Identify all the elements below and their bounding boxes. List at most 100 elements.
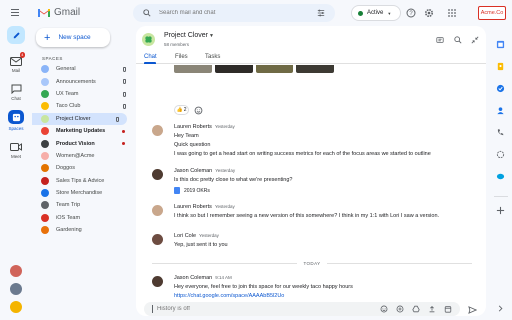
doc-attachment-title: 2019 OKRs	[184, 187, 210, 194]
avatar[interactable]	[152, 205, 163, 216]
message-header: Lauren Roberts Yesterday	[174, 204, 235, 210]
account-badge[interactable]: Acme.Co	[478, 6, 506, 20]
sidebar-space-label: UX Team	[56, 90, 79, 97]
doc-attachment[interactable]: 2019 OKRs	[174, 187, 210, 194]
dm-avatar-1[interactable]	[10, 265, 22, 277]
send-icon[interactable]	[468, 306, 477, 314]
image-attachments	[174, 65, 334, 73]
salesforce-app-icon[interactable]	[496, 172, 505, 181]
sidebar-space-item[interactable]: Product Vision	[32, 137, 134, 149]
message-time: 9:14 AM	[215, 275, 232, 280]
divider-line	[326, 262, 472, 264]
app-extension-icon[interactable]	[496, 150, 505, 159]
new-space-button[interactable]: + New space	[36, 28, 110, 47]
tab-chat[interactable]: Chat	[144, 54, 157, 60]
collapse-icon[interactable]	[471, 36, 479, 44]
avatar[interactable]	[152, 125, 163, 136]
tasks-app-icon[interactable]	[496, 84, 505, 93]
top-bar: Gmail Active ▼ ? Acme.Co	[0, 0, 512, 26]
pin-icon[interactable]	[116, 116, 119, 122]
message-header: Lauren Roberts Yesterday	[174, 124, 235, 130]
sidebar-space-item[interactable]: iOS Team	[32, 212, 134, 224]
calendar-icon[interactable]	[444, 305, 452, 313]
sidebar-space-item[interactable]: Marketing Updates	[32, 125, 134, 137]
voice-app-icon[interactable]	[496, 128, 505, 137]
search-bar[interactable]	[133, 4, 335, 22]
tab-files[interactable]: Files	[175, 54, 188, 60]
message-text: Quick question	[174, 142, 211, 148]
pin-icon[interactable]	[123, 91, 126, 97]
avatar[interactable]	[152, 234, 163, 245]
compose-button[interactable]	[7, 26, 25, 44]
space-name[interactable]: Project Clover	[164, 32, 208, 39]
pin-icon[interactable]	[123, 67, 126, 72]
message-input[interactable]	[157, 306, 357, 312]
dm-avatar-2[interactable]	[10, 283, 22, 295]
tab-tasks[interactable]: Tasks	[205, 54, 220, 60]
gmail-logo[interactable]: Gmail	[37, 7, 80, 18]
left-rail: 4 Mail Chat Spaces Meet	[0, 26, 32, 320]
sidebar-space-item[interactable]: Project Clover	[32, 112, 127, 125]
status-label: Active	[367, 10, 384, 16]
emoji-icon[interactable]	[380, 305, 388, 313]
space-search-icon[interactable]	[454, 36, 462, 44]
sidebar-space-item[interactable]: UX Team	[32, 88, 134, 100]
help-icon[interactable]: ?	[406, 8, 416, 18]
expand-panel-chevron-icon[interactable]	[496, 304, 505, 313]
sidebar-space-item[interactable]: Doggos	[32, 162, 134, 174]
pin-icon[interactable]	[123, 104, 126, 110]
space-member-count[interactable]: 58 members	[164, 42, 189, 47]
add-on-plus-icon[interactable]	[496, 206, 505, 215]
search-options-icon[interactable]	[317, 9, 325, 17]
main-menu-icon[interactable]	[11, 9, 19, 16]
date-divider: TODAY	[152, 259, 472, 267]
message-time: Yesterday	[215, 168, 236, 173]
image-thumb[interactable]	[296, 65, 334, 73]
space-menu-chevron-icon[interactable]: ▼	[209, 33, 214, 39]
message-list: 👍 2 Lauren Roberts Yesterday Hey Team Qui…	[136, 65, 486, 287]
image-thumb[interactable]	[214, 65, 253, 73]
sidebar-space-item[interactable]: General	[32, 63, 134, 75]
keep-app-icon[interactable]	[496, 62, 505, 71]
reaction-chip[interactable]: 👍 2	[174, 105, 189, 115]
pin-icon[interactable]	[123, 79, 126, 85]
settings-gear-icon[interactable]	[424, 8, 434, 18]
contacts-app-icon[interactable]	[496, 106, 505, 115]
message-link[interactable]: https://chat.google.com/space/AAAAbB5l2U…	[174, 293, 284, 299]
avatar[interactable]	[152, 169, 163, 180]
sidebar-space-label: Taco Club	[56, 103, 81, 110]
search-input[interactable]	[159, 10, 309, 16]
space-avatar-icon	[41, 89, 49, 98]
add-reaction-icon[interactable]	[194, 106, 203, 115]
status-dropdown[interactable]: Active ▼	[351, 5, 401, 21]
search-icon[interactable]	[143, 9, 151, 17]
avatar[interactable]	[152, 276, 163, 287]
rail-item-spaces[interactable]: Spaces	[0, 110, 32, 131]
sidebar-space-item[interactable]: Sales Tips & Advice	[32, 175, 134, 187]
rail-item-mail[interactable]: 4 Mail	[0, 52, 32, 73]
calendar-app-icon[interactable]	[496, 40, 505, 49]
composer[interactable]	[144, 302, 460, 316]
message-header: Jason Coleman 9:14 AM	[174, 275, 232, 281]
add-icon[interactable]	[396, 305, 404, 313]
message-author: Jason Coleman	[174, 168, 213, 174]
sidebar-space-item[interactable]: Team Trip	[32, 199, 134, 211]
sidebar-space-item[interactable]: Gardening	[32, 224, 134, 236]
image-thumb[interactable]	[174, 65, 212, 73]
image-thumb[interactable]	[255, 65, 294, 73]
plus-icon: +	[44, 31, 51, 44]
sidebar-space-item[interactable]: Taco Club	[32, 100, 134, 112]
message-text: Hey everyone, feel free to join this spa…	[174, 284, 353, 290]
threads-icon[interactable]	[436, 36, 444, 44]
message-header: Jason Coleman Yesterday	[174, 168, 235, 174]
dm-avatar-3[interactable]	[10, 301, 22, 313]
upload-icon[interactable]	[428, 305, 436, 313]
google-drive-icon[interactable]	[412, 305, 420, 313]
sidebar-space-item[interactable]: Women@Acme	[32, 150, 134, 162]
sidebar-space-label: iOS Team	[56, 214, 81, 221]
rail-item-meet[interactable]: Meet	[0, 142, 32, 159]
sidebar-space-item[interactable]: Store Merchandise	[32, 187, 134, 199]
apps-grid-icon[interactable]	[447, 8, 457, 18]
rail-item-chat[interactable]: Chat	[0, 84, 32, 101]
sidebar-space-item[interactable]: Announcements	[32, 75, 134, 87]
